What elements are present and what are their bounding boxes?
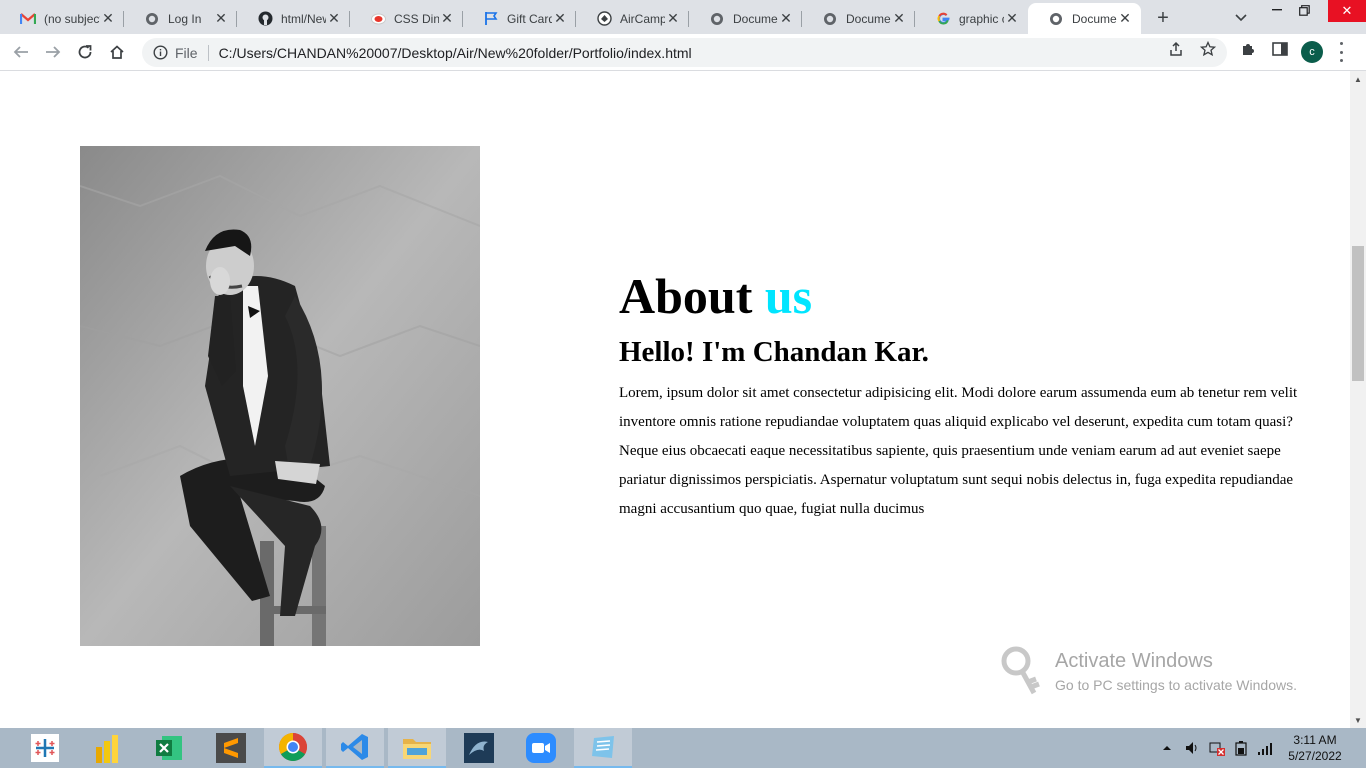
browser-toolbar: File C:/Users/CHANDAN%20007/Desktop/Air/… [0, 34, 1366, 71]
side-panel-icon[interactable] [1271, 40, 1289, 58]
aircampus-icon [596, 11, 612, 27]
profile-avatar[interactable]: c [1301, 41, 1323, 63]
zoom-icon[interactable] [512, 728, 570, 768]
tab-gift-card[interactable]: Gift Card ✕ [463, 3, 576, 34]
globe-icon [1048, 11, 1064, 27]
page-scrollbar[interactable]: ▲ ▼ [1350, 71, 1366, 728]
tab-document-active[interactable]: Document ✕ [1028, 3, 1141, 34]
mysql-workbench-icon[interactable] [450, 728, 508, 768]
intro-heading: Hello! I'm Chandan Kar. [619, 336, 929, 368]
excel-icon[interactable] [140, 728, 198, 768]
tab-title: CSS Diner [394, 11, 439, 26]
scroll-down-arrow-icon[interactable]: ▼ [1350, 712, 1366, 728]
tab-css-diner[interactable]: CSS Diner ✕ [350, 3, 463, 34]
tab-close-icon[interactable]: ✕ [439, 10, 455, 27]
power-bi-icon[interactable] [78, 728, 136, 768]
share-icon[interactable] [1167, 40, 1185, 58]
scroll-up-arrow-icon[interactable]: ▲ [1350, 71, 1366, 87]
windows-taskbar: 3:11 AM 5/27/2022 [0, 728, 1366, 768]
tab-document[interactable]: Document ✕ [689, 3, 802, 34]
google-icon [935, 11, 951, 27]
show-hidden-icons-icon[interactable] [1160, 738, 1174, 758]
watermark-title: Activate Windows [1055, 650, 1213, 672]
vscode-icon[interactable] [326, 728, 384, 768]
wifi-signal-icon[interactable] [1256, 738, 1274, 758]
about-section: About us Hello! I'm Chandan Kar. Lorem, … [619, 266, 1319, 524]
tab-title: (no subject) [44, 11, 100, 26]
bookmark-star-icon[interactable] [1199, 40, 1217, 58]
tab-close-icon[interactable]: ✕ [1004, 10, 1020, 27]
tab-title: html/New [281, 11, 326, 26]
more-menu-icon[interactable] [1336, 42, 1346, 62]
tab-title: Document [846, 11, 891, 26]
sublime-text-icon[interactable] [202, 728, 260, 768]
clock-time: 3:11 AM [1293, 733, 1337, 747]
clock-date: 5/27/2022 [1288, 749, 1342, 763]
reload-icon[interactable] [72, 39, 98, 65]
new-tab-button[interactable]: + [1150, 5, 1176, 31]
globe-icon [144, 11, 160, 27]
window-close-icon[interactable]: ✕ [1328, 0, 1366, 22]
tab-close-icon[interactable]: ✕ [552, 10, 568, 27]
scrollbar-thumb[interactable] [1352, 246, 1364, 381]
file-explorer-icon[interactable] [388, 728, 446, 768]
tab-document[interactable]: Document ✕ [802, 3, 915, 34]
tab-close-icon[interactable]: ✕ [665, 10, 681, 27]
tab-google-search[interactable]: graphic c ✕ [915, 3, 1028, 34]
css-diner-icon [370, 11, 386, 27]
about-heading: About us [619, 266, 1319, 326]
tab-title: Document [1072, 11, 1117, 26]
minimize-icon[interactable] [1263, 0, 1291, 20]
forward-arrow-icon[interactable] [40, 39, 66, 65]
volume-icon[interactable] [1184, 738, 1202, 758]
back-arrow-icon[interactable] [8, 39, 34, 65]
tab-close-icon[interactable]: ✕ [891, 10, 907, 27]
home-icon[interactable] [104, 39, 130, 65]
tab-title: graphic c [959, 11, 1004, 26]
tab-close-icon[interactable]: ✕ [778, 10, 794, 27]
info-icon[interactable] [152, 45, 168, 61]
tab-log-in[interactable]: Log In ✕ [124, 3, 237, 34]
browser-tab-strip: (no subject) ✕ Log In ✕ html/New ✕ CSS D… [0, 0, 1366, 34]
profile-photo [80, 146, 480, 646]
tab-close-icon[interactable]: ✕ [1117, 10, 1133, 27]
globe-icon [822, 11, 838, 27]
tab-aircampus[interactable]: AirCampus ✕ [576, 3, 689, 34]
network-error-icon[interactable] [1208, 738, 1226, 758]
tab-title: AirCampus [620, 11, 665, 26]
address-divider [207, 44, 209, 61]
page-viewport: About us Hello! I'm Chandan Kar. Lorem, … [0, 71, 1350, 728]
about-paragraph: Lorem, ipsum dolor sit amet consectetur … [619, 385, 1298, 517]
battery-icon[interactable] [1232, 738, 1250, 758]
gmail-icon [20, 11, 36, 27]
chrome-icon[interactable] [264, 728, 322, 768]
watermark-subtitle: Go to PC settings to activate Windows. [1055, 677, 1297, 693]
tab-title: Gift Card [507, 11, 552, 26]
flag-icon [483, 11, 499, 27]
tab-title: Log In [168, 11, 202, 26]
tab-close-icon[interactable]: ✕ [213, 10, 229, 27]
url-text[interactable]: C:/Users/CHANDAN%20007/Desktop/Air/New%2… [219, 45, 692, 61]
address-bar[interactable]: File C:/Users/CHANDAN%20007/Desktop/Air/… [142, 38, 1227, 67]
globe-icon [709, 11, 725, 27]
tab-title: Document [733, 11, 778, 26]
tab-search-chevron-icon[interactable] [1230, 7, 1252, 29]
taskbar-clock[interactable]: 3:11 AM 5/27/2022 [1280, 732, 1350, 764]
tableau-icon[interactable] [16, 728, 74, 768]
tab-close-icon[interactable]: ✕ [100, 10, 116, 27]
notepad-icon[interactable] [574, 728, 632, 768]
about-heading-accent: us [764, 268, 813, 324]
github-icon [257, 11, 273, 27]
tab-github[interactable]: html/New ✕ [237, 3, 350, 34]
restore-icon[interactable] [1290, 0, 1318, 20]
tab-close-icon[interactable]: ✕ [326, 10, 342, 27]
scheme-label: File [175, 44, 198, 61]
about-heading-main: About [619, 268, 753, 324]
key-icon [1001, 646, 1040, 695]
activate-windows-watermark: Activate Windows Go to PC settings to ac… [1000, 645, 1340, 700]
extensions-icon[interactable] [1239, 40, 1257, 58]
tab-gmail[interactable]: (no subject) ✕ [0, 3, 124, 34]
